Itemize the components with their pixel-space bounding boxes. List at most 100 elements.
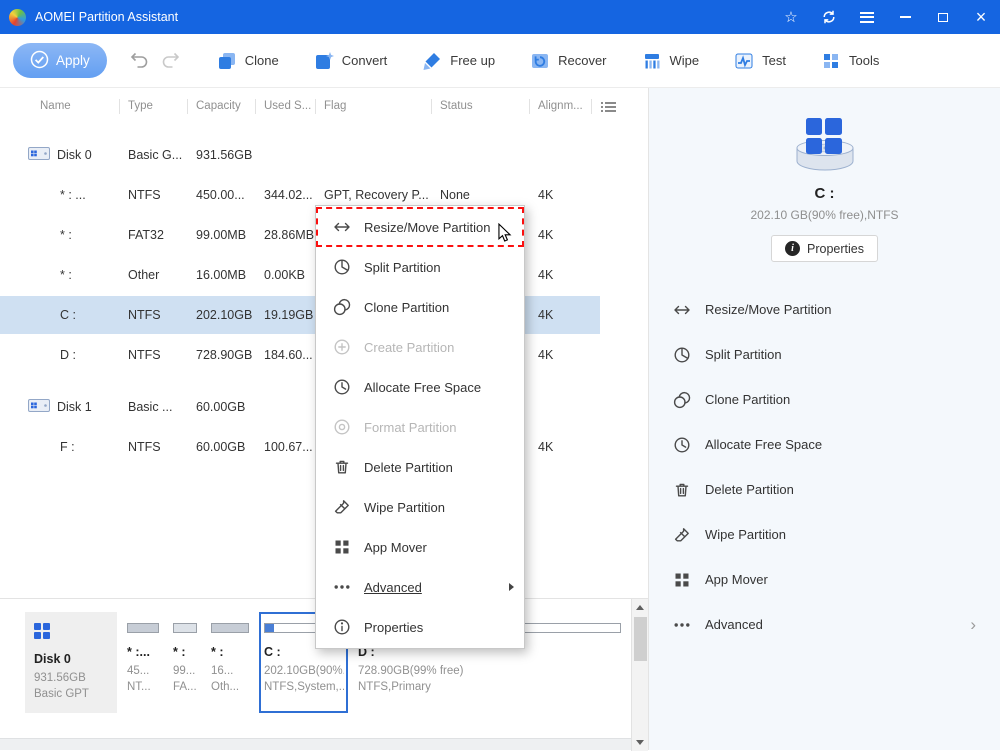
check-circle-icon xyxy=(30,50,49,72)
clone-partition-icon xyxy=(333,298,351,316)
properties-button[interactable]: i Properties xyxy=(771,235,878,262)
toolbar-item-recover[interactable]: Recover xyxy=(530,51,606,71)
vertical-scrollbar[interactable] xyxy=(631,599,648,751)
partition-disk-graphic xyxy=(792,118,858,176)
toolbar: Apply Clone Convert Free up Recover Wipe… xyxy=(0,34,1000,88)
action-split-partition[interactable]: Split Partition xyxy=(673,332,976,377)
clone-partition-icon xyxy=(673,391,691,409)
test-icon xyxy=(734,51,754,71)
menu-item-create-partition: Create Partition xyxy=(316,327,524,367)
action-resize-move-partition[interactable]: Resize/Move Partition xyxy=(673,287,976,332)
action-app-mover[interactable]: App Mover xyxy=(673,557,976,602)
menu-item-wipe-partition[interactable]: Wipe Partition xyxy=(316,487,524,527)
chevron-right-icon: › xyxy=(970,616,976,633)
menu-item-allocate-free-space[interactable]: Allocate Free Space xyxy=(316,367,524,407)
toolbar-item-clone[interactable]: Clone xyxy=(217,51,279,71)
recover-icon xyxy=(530,51,550,71)
menu-item-properties[interactable]: Properties xyxy=(316,607,524,647)
partition-squares-icon xyxy=(34,623,50,639)
app-logo xyxy=(9,9,26,26)
column-header-used[interactable]: Used S... xyxy=(256,99,316,114)
wipe-icon xyxy=(642,51,662,71)
action-allocate-free-space[interactable]: Allocate Free Space xyxy=(673,422,976,467)
column-header-flag[interactable]: Flag xyxy=(316,99,432,114)
action-list: Resize/Move Partition Split Partition Cl… xyxy=(649,287,1000,647)
selected-drive-name: C : xyxy=(649,185,1000,202)
window-controls: ☆ × xyxy=(772,0,1000,34)
free-up-icon xyxy=(422,51,442,71)
resize-move-icon xyxy=(673,301,691,319)
app-title: AOMEI Partition Assistant xyxy=(35,10,178,24)
partition-block-other[interactable]: * : 16... Oth... xyxy=(207,612,253,713)
close-button[interactable]: × xyxy=(962,0,1000,34)
selected-drive-info: 202.10 GB(90% free),NTFS xyxy=(649,208,1000,222)
allocate-free-space-icon xyxy=(673,436,691,454)
create-partition-icon xyxy=(333,338,351,356)
resize-move-icon xyxy=(333,218,351,236)
favorite-star-icon[interactable]: ☆ xyxy=(772,0,810,34)
split-partition-icon xyxy=(333,258,351,276)
right-panel: C : 202.10 GB(90% free),NTFS i Propertie… xyxy=(648,88,1000,750)
menu-item-delete-partition[interactable]: Delete Partition xyxy=(316,447,524,487)
apply-button[interactable]: Apply xyxy=(13,43,107,78)
column-header-name[interactable]: Name xyxy=(0,99,120,114)
toolbar-item-free-up[interactable]: Free up xyxy=(422,51,495,71)
partition-block-efi[interactable]: * : 99... FA... xyxy=(169,612,201,713)
undo-icon[interactable] xyxy=(129,50,151,72)
minimize-button[interactable] xyxy=(886,0,924,34)
mouse-cursor xyxy=(497,223,512,248)
column-chooser-icon[interactable] xyxy=(601,101,616,113)
action-delete-partition[interactable]: Delete Partition xyxy=(673,467,976,512)
clone-icon xyxy=(217,51,237,71)
ellipsis-icon xyxy=(333,578,351,596)
column-header-status[interactable]: Status xyxy=(432,99,530,114)
toolbar-item-wipe[interactable]: Wipe xyxy=(642,51,700,71)
partition-squares-icon xyxy=(806,118,842,154)
menu-item-app-mover[interactable]: App Mover xyxy=(316,527,524,567)
menu-item-advanced[interactable]: Advanced xyxy=(316,567,524,607)
ellipsis-icon xyxy=(673,616,691,634)
redo-icon[interactable] xyxy=(160,50,182,72)
info-circle-icon xyxy=(333,618,351,636)
column-header-type[interactable]: Type xyxy=(120,99,188,114)
table-row-disk-0[interactable]: Disk 0 Basic G... 931.56GB xyxy=(0,135,648,175)
disk-drive-icon xyxy=(28,398,50,416)
titlebar: AOMEI Partition Assistant ☆ × xyxy=(0,0,1000,34)
refresh-icon[interactable] xyxy=(810,0,848,34)
toolbar-item-tools[interactable]: Tools xyxy=(821,51,879,71)
disk-drive-icon xyxy=(28,146,50,164)
action-advanced[interactable]: Advanced › xyxy=(673,602,976,647)
format-partition-icon xyxy=(333,418,351,436)
menu-item-resize-move-partition[interactable]: Resize/Move Partition xyxy=(316,207,524,247)
info-icon: i xyxy=(785,241,800,256)
split-partition-icon xyxy=(673,346,691,364)
toolbar-item-test[interactable]: Test xyxy=(734,51,786,71)
eraser-icon xyxy=(333,498,351,516)
undo-redo-group xyxy=(129,50,182,72)
trash-icon xyxy=(673,481,691,499)
tools-icon xyxy=(821,51,841,71)
toolbar-item-convert[interactable]: Convert xyxy=(314,51,388,71)
hamburger-menu-icon[interactable] xyxy=(848,0,886,34)
scroll-up-icon[interactable] xyxy=(636,605,644,610)
scroll-thumb[interactable] xyxy=(634,617,647,661)
action-clone-partition[interactable]: Clone Partition xyxy=(673,377,976,422)
submenu-arrow-icon xyxy=(509,583,514,591)
column-header-capacity[interactable]: Capacity xyxy=(188,99,256,114)
context-menu: Resize/Move Partition Split Partition Cl… xyxy=(315,205,525,649)
scroll-down-icon[interactable] xyxy=(636,740,644,745)
action-wipe-partition[interactable]: Wipe Partition xyxy=(673,512,976,557)
table-header: Name Type Capacity Used S... Flag Status… xyxy=(0,94,648,119)
menu-item-format-partition: Format Partition xyxy=(316,407,524,447)
app-mover-icon xyxy=(333,538,351,556)
usage-bar xyxy=(211,623,249,633)
disk-map-label-disk-0[interactable]: Disk 0 931.56GB Basic GPT xyxy=(25,612,117,713)
menu-item-split-partition[interactable]: Split Partition xyxy=(316,247,524,287)
column-header-alignment[interactable]: Alignm... xyxy=(530,99,592,114)
maximize-button[interactable] xyxy=(924,0,962,34)
menu-item-clone-partition[interactable]: Clone Partition xyxy=(316,287,524,327)
trash-icon xyxy=(333,458,351,476)
status-strip xyxy=(0,738,631,750)
partition-block-recovery[interactable]: * :... 45... NT... xyxy=(123,612,163,713)
convert-icon xyxy=(314,51,334,71)
